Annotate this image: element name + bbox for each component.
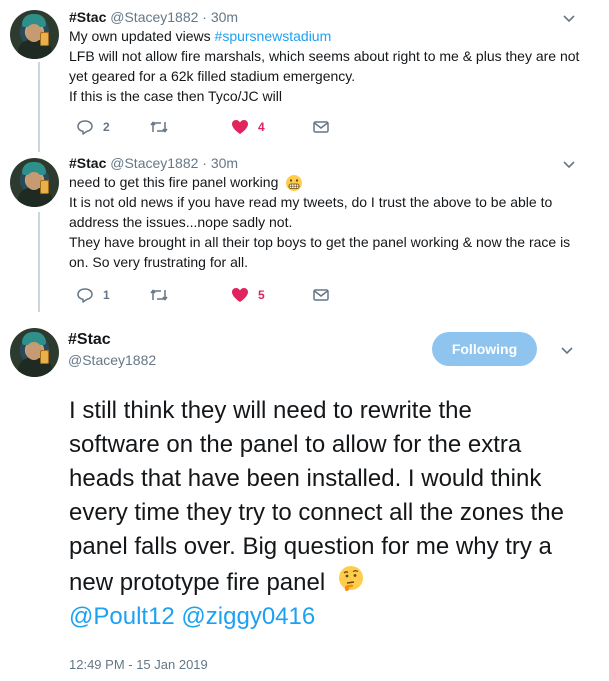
like-count: 4 [258, 120, 265, 134]
tweet-timestamp[interactable]: 12:49 PM - 15 Jan 2019 [69, 657, 208, 672]
following-button[interactable]: Following [432, 332, 537, 366]
like-button[interactable]: 5 [231, 284, 265, 306]
dm-button[interactable] [312, 284, 330, 306]
text-paragraph: LFB will not allow fire marshals, which … [69, 48, 580, 84]
reply-button[interactable]: 1 [76, 284, 110, 306]
heart-icon [232, 120, 248, 134]
text-paragraph: It is not old news if you have read my t… [69, 194, 553, 231]
retweet-icon [150, 121, 168, 133]
main-tweet-text: I still think they will need to rewrite … [69, 394, 569, 634]
chevron-down-icon[interactable] [559, 342, 575, 358]
tweet-header: #Stac @Stacey1882 · 30m [69, 9, 238, 25]
thread-line [38, 212, 40, 312]
like-count: 5 [258, 288, 265, 302]
text-paragraph: They have brought in all their top boys … [69, 234, 571, 271]
user-handle[interactable]: @Stacey1882 [110, 9, 198, 25]
text-paragraph: If this is the case then Tyco/JC will [69, 88, 282, 104]
reply-count: 2 [103, 120, 110, 134]
avatar[interactable] [10, 328, 59, 377]
text-paragraph: need to get this fire panel working [69, 174, 279, 190]
separator-dot: · [202, 155, 207, 171]
like-button[interactable]: 4 [231, 116, 265, 138]
tweet-2[interactable]: #Stac @Stacey1882 · 30m need to get this… [0, 150, 609, 312]
avatar[interactable] [10, 158, 59, 207]
action-bar: 1 5 [69, 284, 369, 306]
display-name[interactable]: #Stac [69, 155, 106, 171]
display-name[interactable]: #Stac [68, 331, 111, 349]
action-bar: 2 4 [69, 116, 369, 138]
chevron-down-icon[interactable] [561, 156, 577, 172]
hashtag-link[interactable]: #spursnewstadium [215, 28, 332, 44]
tweet-text: need to get this fire panel working It i… [69, 172, 589, 272]
retweet-button[interactable] [149, 116, 169, 138]
separator-dot: · [202, 9, 207, 25]
thread-line [38, 62, 40, 152]
display-name[interactable]: #Stac [69, 9, 106, 25]
dm-icon [313, 121, 329, 133]
user-handle[interactable]: @Stacey1882 [110, 155, 198, 171]
retweet-icon [150, 289, 168, 301]
avatar[interactable] [10, 10, 59, 59]
reply-button[interactable]: 2 [76, 116, 110, 138]
tweet-time[interactable]: 30m [211, 155, 238, 171]
text-prefix: My own updated views [69, 28, 215, 44]
dm-button[interactable] [312, 116, 330, 138]
tweet-body: I still think they will need to rewrite … [69, 397, 564, 596]
tweet-header: #Stac @Stacey1882 · 30m [69, 155, 238, 171]
thinking-emoji [338, 566, 363, 591]
reply-count: 1 [103, 288, 110, 302]
reply-icon [77, 120, 93, 135]
tweet-time[interactable]: 30m [211, 9, 238, 25]
dm-icon [313, 289, 329, 301]
heart-icon [232, 288, 248, 302]
chevron-down-icon[interactable] [561, 10, 577, 26]
user-handle[interactable]: @Stacey1882 [68, 352, 156, 368]
reply-icon [77, 288, 93, 303]
tweet-1[interactable]: #Stac @Stacey1882 · 30m My own updated v… [0, 0, 609, 152]
tweet-text: My own updated views #spursnewstadium LF… [69, 26, 589, 106]
grimacing-emoji [286, 175, 303, 192]
retweet-button[interactable] [149, 284, 169, 306]
mention-links[interactable]: @Poult12 @ziggy0416 [69, 603, 315, 630]
